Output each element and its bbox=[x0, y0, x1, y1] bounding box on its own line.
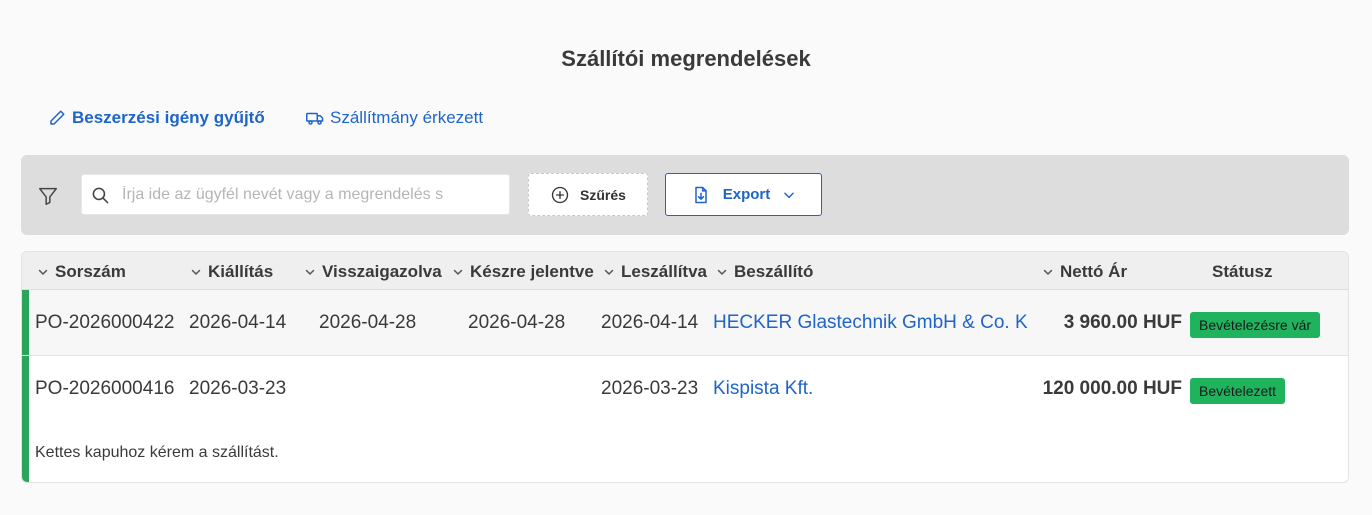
funnel-icon[interactable] bbox=[37, 185, 59, 207]
column-header-label: Beszállító bbox=[734, 262, 814, 281]
chevron-down-icon bbox=[453, 269, 463, 275]
delivered-date: 2026-04-14 bbox=[601, 312, 699, 333]
table-row[interactable]: PO-2026000422 2026-04-14 2026-04-28 2026… bbox=[22, 290, 1348, 356]
column-header-net-price[interactable]: Nettó Ár bbox=[1042, 262, 1127, 282]
column-header-issued[interactable]: Kiállítás bbox=[190, 262, 273, 282]
plus-circle-icon bbox=[551, 186, 569, 203]
chevron-down-icon bbox=[717, 269, 727, 275]
column-header-status: Státusz bbox=[1212, 262, 1272, 282]
export-button-label: Export bbox=[722, 186, 771, 203]
table-header: Sorszám Kiállítás Visszaigazolva Készre … bbox=[22, 252, 1348, 290]
pencil-icon bbox=[50, 110, 65, 125]
order-note: Kettes kapuhoz kérem a szállítást. bbox=[35, 444, 279, 461]
issued-date: 2026-03-23 bbox=[189, 378, 287, 399]
supplier-link[interactable]: HECKER Glastechnik GmbH & Co. K bbox=[713, 312, 1028, 334]
status-badge: Bevételezésre vár bbox=[1190, 312, 1321, 338]
chevron-down-icon bbox=[604, 269, 614, 275]
export-button[interactable]: Export bbox=[665, 173, 822, 216]
column-header-reported-ready[interactable]: Készre jelentve bbox=[452, 262, 594, 282]
search-input[interactable] bbox=[122, 175, 502, 214]
file-download-icon bbox=[694, 186, 707, 203]
column-header-confirmed[interactable]: Visszaigazolva bbox=[304, 262, 442, 282]
truck-icon bbox=[306, 112, 324, 125]
chevron-down-icon bbox=[784, 192, 795, 198]
page-title: Szállítói megrendelések bbox=[561, 46, 811, 71]
column-header-label: Státusz bbox=[1212, 262, 1273, 281]
shipment-arrived-label: Szállítmány érkezett bbox=[330, 108, 484, 127]
search-icon bbox=[92, 187, 109, 204]
column-header-label: Sorszám bbox=[55, 262, 126, 281]
toolbar: Szűrés Export bbox=[21, 155, 1349, 235]
column-header-label: Leszállítva bbox=[621, 262, 707, 281]
confirmed-date: 2026-04-28 bbox=[319, 312, 417, 333]
column-header-label: Kiállítás bbox=[208, 262, 274, 281]
order-number: PO-2026000422 bbox=[35, 312, 175, 333]
column-header-number[interactable]: Sorszám bbox=[37, 262, 126, 282]
collector-link-label: Beszerzési igény gyűjtő bbox=[72, 108, 265, 127]
table-row[interactable]: PO-2026000416 2026-03-23 2026-03-23 Kisp… bbox=[22, 356, 1348, 482]
column-header-label: Nettó Ár bbox=[1060, 262, 1128, 281]
delivered-date: 2026-03-23 bbox=[601, 378, 699, 399]
collector-link[interactable]: Beszerzési igény gyűjtő bbox=[48, 106, 265, 130]
chevron-down-icon bbox=[1043, 269, 1053, 275]
issued-date: 2026-04-14 bbox=[189, 312, 287, 333]
net-price: 3 960.00 HUF bbox=[1063, 312, 1182, 333]
chevron-down-icon bbox=[191, 269, 201, 275]
reported-ready-date: 2026-04-28 bbox=[468, 312, 566, 333]
chevron-down-icon bbox=[38, 269, 48, 275]
column-header-delivered[interactable]: Leszállítva bbox=[603, 262, 707, 282]
shipment-arrived-link[interactable]: Szállítmány érkezett bbox=[306, 106, 483, 130]
order-number: PO-2026000416 bbox=[35, 378, 175, 399]
row-indicator bbox=[22, 356, 29, 482]
column-header-supplier[interactable]: Beszállító bbox=[716, 262, 813, 282]
supplier-link[interactable]: Kispista Kft. bbox=[713, 378, 813, 400]
chevron-down-icon bbox=[305, 269, 315, 275]
search-box bbox=[81, 174, 510, 215]
net-price: 120 000.00 HUF bbox=[1042, 378, 1182, 399]
row-indicator bbox=[22, 290, 29, 355]
column-header-label: Visszaigazolva bbox=[322, 262, 442, 281]
orders-table: Sorszám Kiállítás Visszaigazolva Készre … bbox=[21, 251, 1349, 483]
column-header-label: Készre jelentve bbox=[470, 262, 594, 281]
filter-button[interactable]: Szűrés bbox=[528, 173, 648, 216]
status-badge: Bevételezett bbox=[1190, 378, 1286, 404]
filter-button-label: Szűrés bbox=[580, 186, 626, 203]
